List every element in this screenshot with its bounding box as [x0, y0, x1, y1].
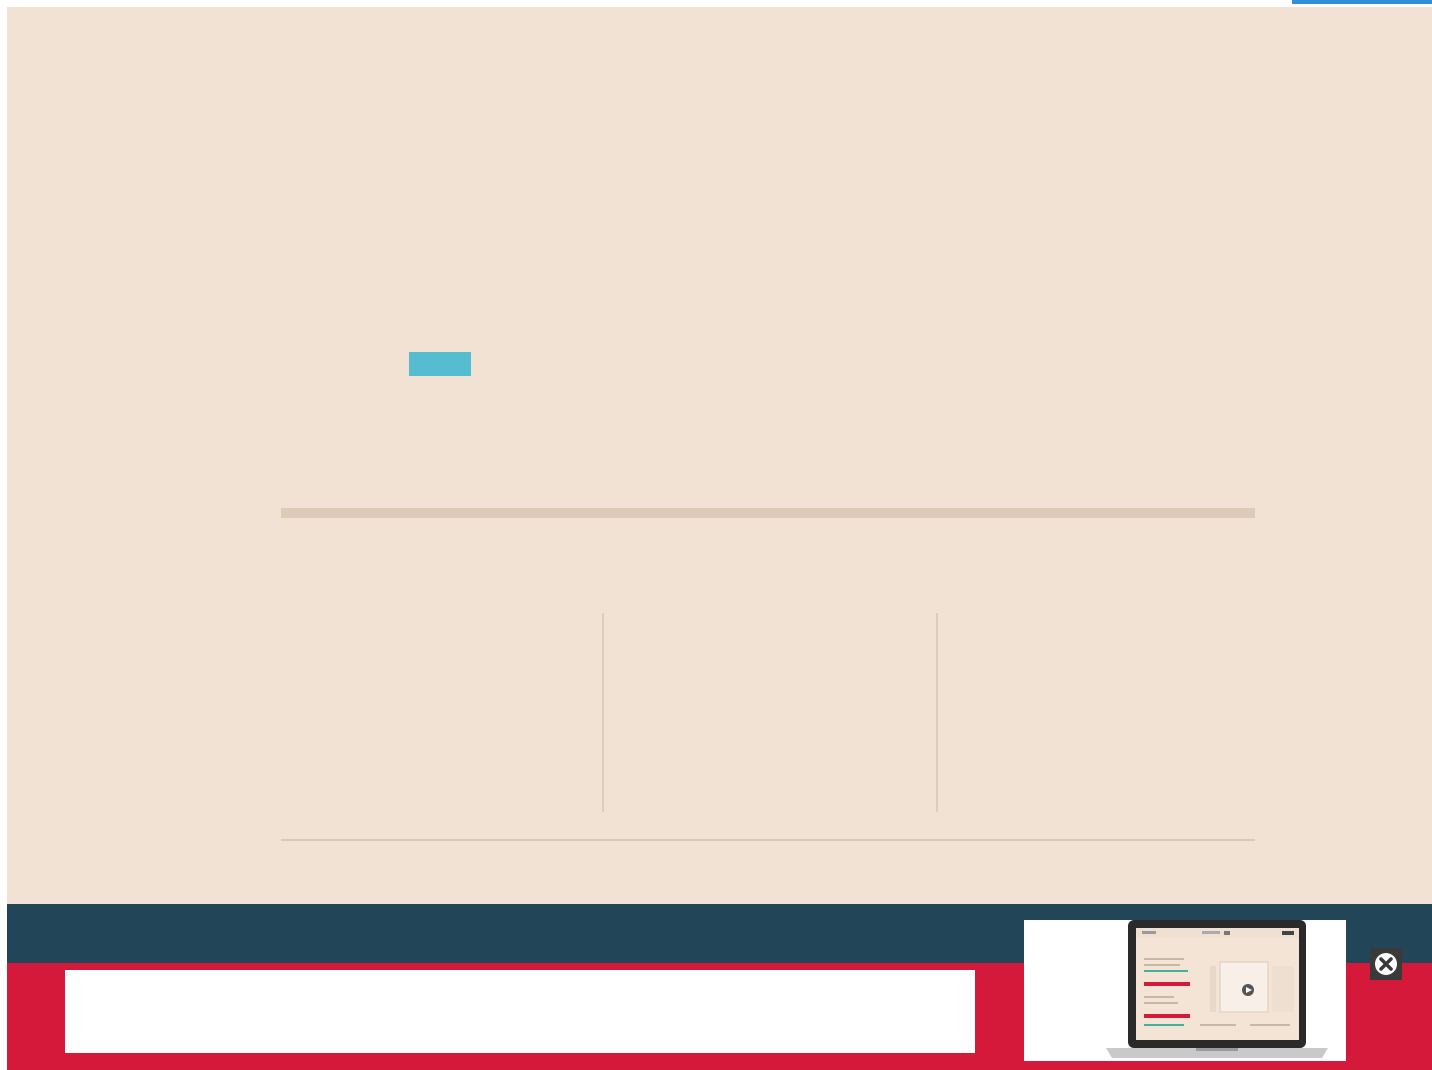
feature-column-1 — [281, 613, 604, 812]
close-banner-button[interactable] — [1370, 948, 1402, 980]
top-accent-tab[interactable] — [1292, 0, 1432, 4]
feature-column-2 — [604, 613, 938, 812]
banner-email-field[interactable] — [65, 970, 975, 1053]
section-divider — [281, 508, 1255, 518]
laptop-screenshot-image — [1024, 920, 1346, 1061]
accent-button[interactable] — [409, 352, 471, 376]
footer-divider — [281, 839, 1255, 841]
feature-column-3 — [938, 613, 1255, 812]
feature-columns — [281, 613, 1255, 812]
close-icon — [1370, 948, 1402, 980]
